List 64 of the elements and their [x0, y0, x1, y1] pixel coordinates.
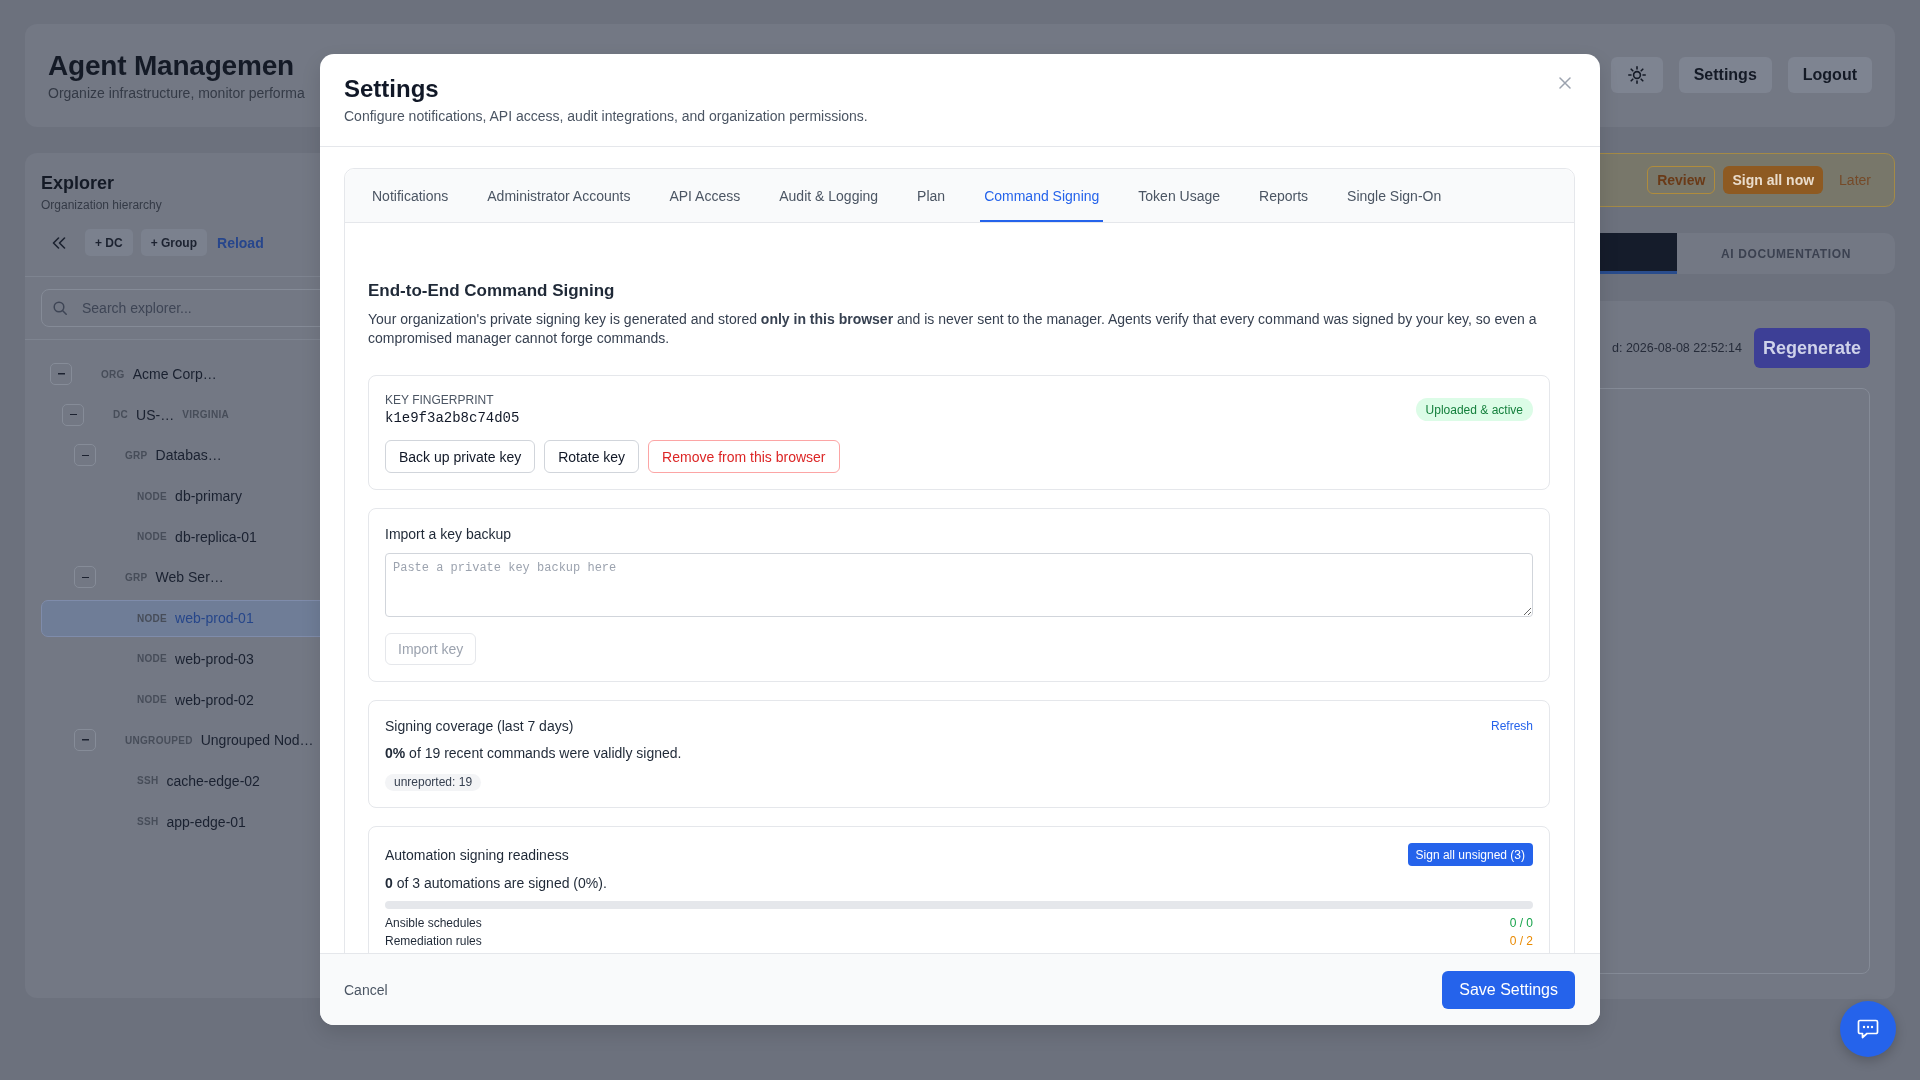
card-title: Automation signing readiness: [385, 845, 569, 864]
toolbar-button[interactable]: + Group: [140, 229, 208, 256]
settings-tab[interactable]: Audit & Logging: [775, 169, 883, 222]
double-chevron-left-icon: [52, 236, 66, 249]
panel-subtitle: Organization hierarchy: [41, 197, 163, 213]
sign-all-button[interactable]: Sign all now: [1723, 166, 1824, 194]
section-description: Your organization's private signing key is generated and stored only in this browser and is never sent to the manager. Agents verify that every command was signed by your key, so even a compromised manager cannot forge commands.: [368, 310, 1538, 348]
fingerprint-value: k1e9f3a2b8c74d05: [385, 409, 520, 427]
search-icon: [53, 301, 67, 315]
card-title: Signing coverage (last 7 days): [385, 717, 574, 735]
settings-tab[interactable]: Plan: [913, 169, 950, 222]
settings-tab[interactable]: Token Usage: [1134, 169, 1225, 222]
page-subtitle: Organize infrastructure, monitor performa: [48, 84, 305, 102]
timestamp-text: d: 2026-08-08 22:52:14: [1612, 341, 1742, 355]
page-title: Agent Managemen: [48, 49, 295, 83]
key-action-button[interactable]: Rotate key: [544, 440, 640, 473]
settings-tab[interactable]: Reports: [1255, 169, 1313, 222]
panel-title: Explorer: [41, 172, 116, 195]
category-label: Ansible schedules: [385, 915, 482, 932]
settings-tab[interactable]: Single Sign-On: [1343, 169, 1446, 222]
minus-icon: [81, 576, 89, 579]
node-type-label: NODE: [137, 612, 168, 624]
sign-all-button[interactable]: Sign all unsigned (3): [1407, 843, 1533, 866]
count-chip: unreported: 19: [385, 774, 482, 791]
close-icon: [1559, 77, 1571, 89]
dialog-subtitle: Configure notifications, API access, audit integrations, and organization permissions.: [344, 107, 868, 126]
view-tab[interactable]: AI DOCUMENTATION: [1677, 233, 1895, 274]
key-action-button[interactable]: Back up private key: [385, 440, 536, 473]
refresh-link[interactable]: Refresh: [1490, 719, 1533, 733]
header-button[interactable]: Settings: [1678, 57, 1772, 93]
field-label: KEY FINGERPRINT: [385, 392, 495, 408]
sun-icon: [1627, 66, 1646, 84]
expand-toggle[interactable]: [74, 729, 96, 752]
expand-toggle[interactable]: [50, 363, 72, 385]
save-button[interactable]: Save Settings: [1442, 970, 1575, 1009]
toolbar-button[interactable]: + DC: [85, 229, 133, 256]
regenerate-button[interactable]: Regenerate: [1753, 328, 1870, 368]
header-button[interactable]: Logout: [1787, 57, 1872, 93]
chat-icon: [1857, 1018, 1879, 1040]
section-title: End-to-End Command Signing: [368, 280, 616, 302]
theme-toggle-button[interactable]: [1610, 57, 1663, 93]
category-label: Remediation rules: [385, 933, 482, 950]
expand-toggle[interactable]: [74, 566, 96, 589]
summary-text: 0 of 3 automations are signed (0%).: [385, 874, 608, 893]
expand-toggle[interactable]: [74, 444, 96, 467]
minus-icon: [81, 454, 89, 457]
settings-tab[interactable]: Command Signing: [980, 169, 1104, 222]
dialog-title: Settings: [344, 74, 440, 104]
minus-icon: [57, 373, 65, 375]
count-text: 0 / 2: [1509, 933, 1533, 950]
settings-tab[interactable]: Administrator Accounts: [483, 169, 635, 222]
summary-text: 0% of 19 recent commands were validly signed.: [385, 744, 683, 763]
minus-icon: [69, 413, 77, 416]
settings-tab[interactable]: API Access: [665, 169, 745, 222]
card-title: Import a key backup: [385, 525, 513, 543]
chat-button[interactable]: [1840, 1001, 1896, 1057]
settings-tab[interactable]: Notifications: [368, 169, 453, 222]
cancel-button[interactable]: Cancel: [344, 981, 388, 998]
minus-icon: [81, 739, 89, 741]
count-text: 0 / 0: [1509, 915, 1533, 932]
status-badge: Uploaded & active: [1415, 398, 1533, 421]
expand-toggle[interactable]: [62, 403, 84, 426]
remove-button[interactable]: Remove from this browser: [648, 440, 840, 473]
key-backup-field[interactable]: Paste a private key backup here: [385, 553, 1533, 617]
